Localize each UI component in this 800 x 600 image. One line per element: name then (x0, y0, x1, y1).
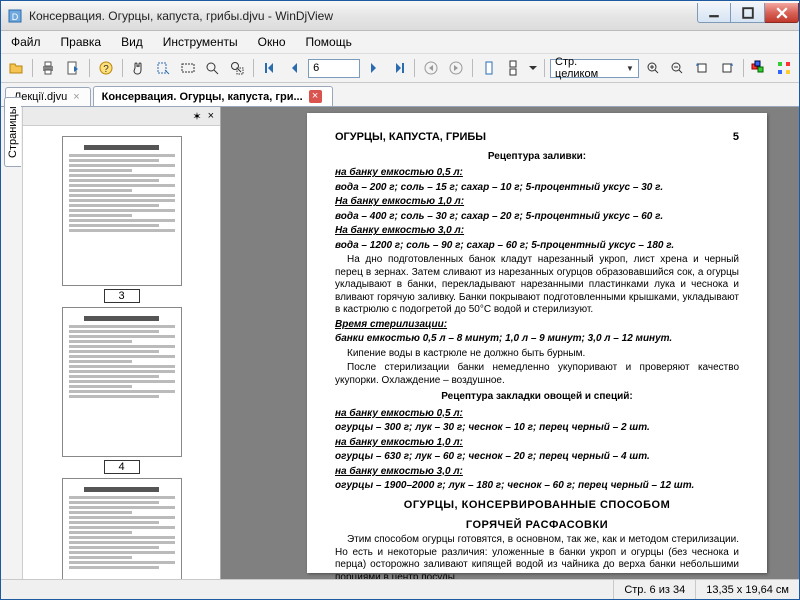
doc-page-number: 5 (733, 131, 739, 145)
thumbnail-4[interactable]: 4 (62, 307, 182, 474)
select-icon[interactable] (152, 57, 174, 79)
layout-single-icon[interactable] (478, 57, 500, 79)
sidebar-tabs: Страницы (1, 107, 23, 579)
info-icon[interactable]: ? (95, 57, 117, 79)
sidebar-tab-pages[interactable]: Страницы (4, 97, 21, 167)
page-number-input[interactable] (308, 59, 360, 78)
rotate-right-icon[interactable] (716, 57, 738, 79)
nav-back-icon[interactable] (420, 57, 442, 79)
marquee-icon[interactable] (177, 57, 199, 79)
menu-bar: Файл Правка Вид Инструменты Окно Помощь (1, 31, 799, 54)
settings-icon[interactable] (773, 57, 795, 79)
next-page-icon[interactable] (363, 57, 385, 79)
close-icon[interactable]: × (309, 90, 322, 103)
status-bar: Стр. 6 из 34 13,35 x 19,64 см (1, 579, 799, 599)
thumbnails-list[interactable]: 3 4 5 6 (23, 126, 220, 579)
minimize-button[interactable] (697, 3, 731, 23)
menu-view[interactable]: Вид (117, 33, 147, 51)
prev-page-icon[interactable] (284, 57, 306, 79)
window-title: Консервация. Огурцы, капуста, грибы.djvu… (29, 9, 697, 23)
nav-fwd-icon[interactable] (445, 57, 467, 79)
status-dimensions: 13,35 x 19,64 см (695, 580, 799, 599)
find-icon[interactable] (749, 57, 771, 79)
layout-cont-icon[interactable] (502, 57, 524, 79)
thumb-number: 4 (104, 460, 140, 474)
page-viewer[interactable]: ОГУРЦЫ, КАПУСТА, ГРИБЫ 5 Рецептура залив… (221, 107, 799, 579)
menu-file[interactable]: Файл (7, 33, 45, 51)
tab-label: Лекції.djvu (14, 91, 67, 103)
zoom-in-icon[interactable] (642, 57, 664, 79)
export-icon[interactable] (62, 57, 84, 79)
svg-text:D: D (12, 12, 19, 22)
menu-edit[interactable]: Правка (57, 33, 106, 51)
app-icon: D (7, 8, 23, 24)
layout-drop-icon[interactable] (527, 57, 539, 79)
sidebar: Страницы ✶ × 3 4 (1, 107, 221, 579)
doc-subtitle: Рецептура заливки: (335, 151, 739, 164)
menu-help[interactable]: Помощь (302, 33, 356, 51)
thumb-number: 3 (104, 289, 140, 303)
last-page-icon[interactable] (388, 57, 410, 79)
close-icon[interactable]: × (73, 91, 79, 103)
menu-window[interactable]: Окно (254, 33, 290, 51)
doc-header: ОГУРЦЫ, КАПУСТА, ГРИБЫ (335, 131, 486, 145)
first-page-icon[interactable] (259, 57, 281, 79)
thumbnail-3[interactable]: 3 (62, 136, 182, 303)
zoom-combo[interactable]: Стр. целиком ▼ (550, 59, 639, 78)
zoom-rect-icon[interactable] (226, 57, 248, 79)
close-button[interactable] (765, 3, 799, 23)
menu-tools[interactable]: Инструменты (159, 33, 242, 51)
status-page: Стр. 6 из 34 (613, 580, 695, 599)
title-bar: D Консервация. Огурцы, капуста, грибы.dj… (1, 1, 799, 31)
zoom-out-icon[interactable] (667, 57, 689, 79)
document-page: ОГУРЦЫ, КАПУСТА, ГРИБЫ 5 Рецептура залив… (307, 113, 767, 573)
close-panel-icon[interactable]: × (208, 110, 214, 122)
svg-text:?: ? (103, 64, 109, 75)
tab-bar: Лекції.djvu × Консервация. Огурцы, капус… (1, 83, 799, 107)
open-icon[interactable] (5, 57, 27, 79)
magnify-icon[interactable] (202, 57, 224, 79)
doc-subtitle-2: Рецептура закладки овощей и специй: (335, 391, 739, 404)
tab-document-2[interactable]: Консервация. Огурцы, капуста, гри... × (93, 86, 333, 106)
hand-icon[interactable] (128, 57, 150, 79)
rotate-left-icon[interactable] (691, 57, 713, 79)
thumbnail-5[interactable]: 5 (62, 478, 182, 579)
maximize-button[interactable] (731, 3, 765, 23)
zoom-label: Стр. целиком (555, 56, 622, 80)
thumbnails-header: ✶ × (23, 107, 220, 126)
tab-label: Консервация. Огурцы, капуста, гри... (102, 91, 303, 103)
toolbar: ? Стр. целиком ▼ (1, 54, 799, 83)
gear-icon[interactable]: ✶ (192, 110, 201, 123)
print-icon[interactable] (38, 57, 60, 79)
chevron-down-icon: ▼ (626, 64, 634, 73)
